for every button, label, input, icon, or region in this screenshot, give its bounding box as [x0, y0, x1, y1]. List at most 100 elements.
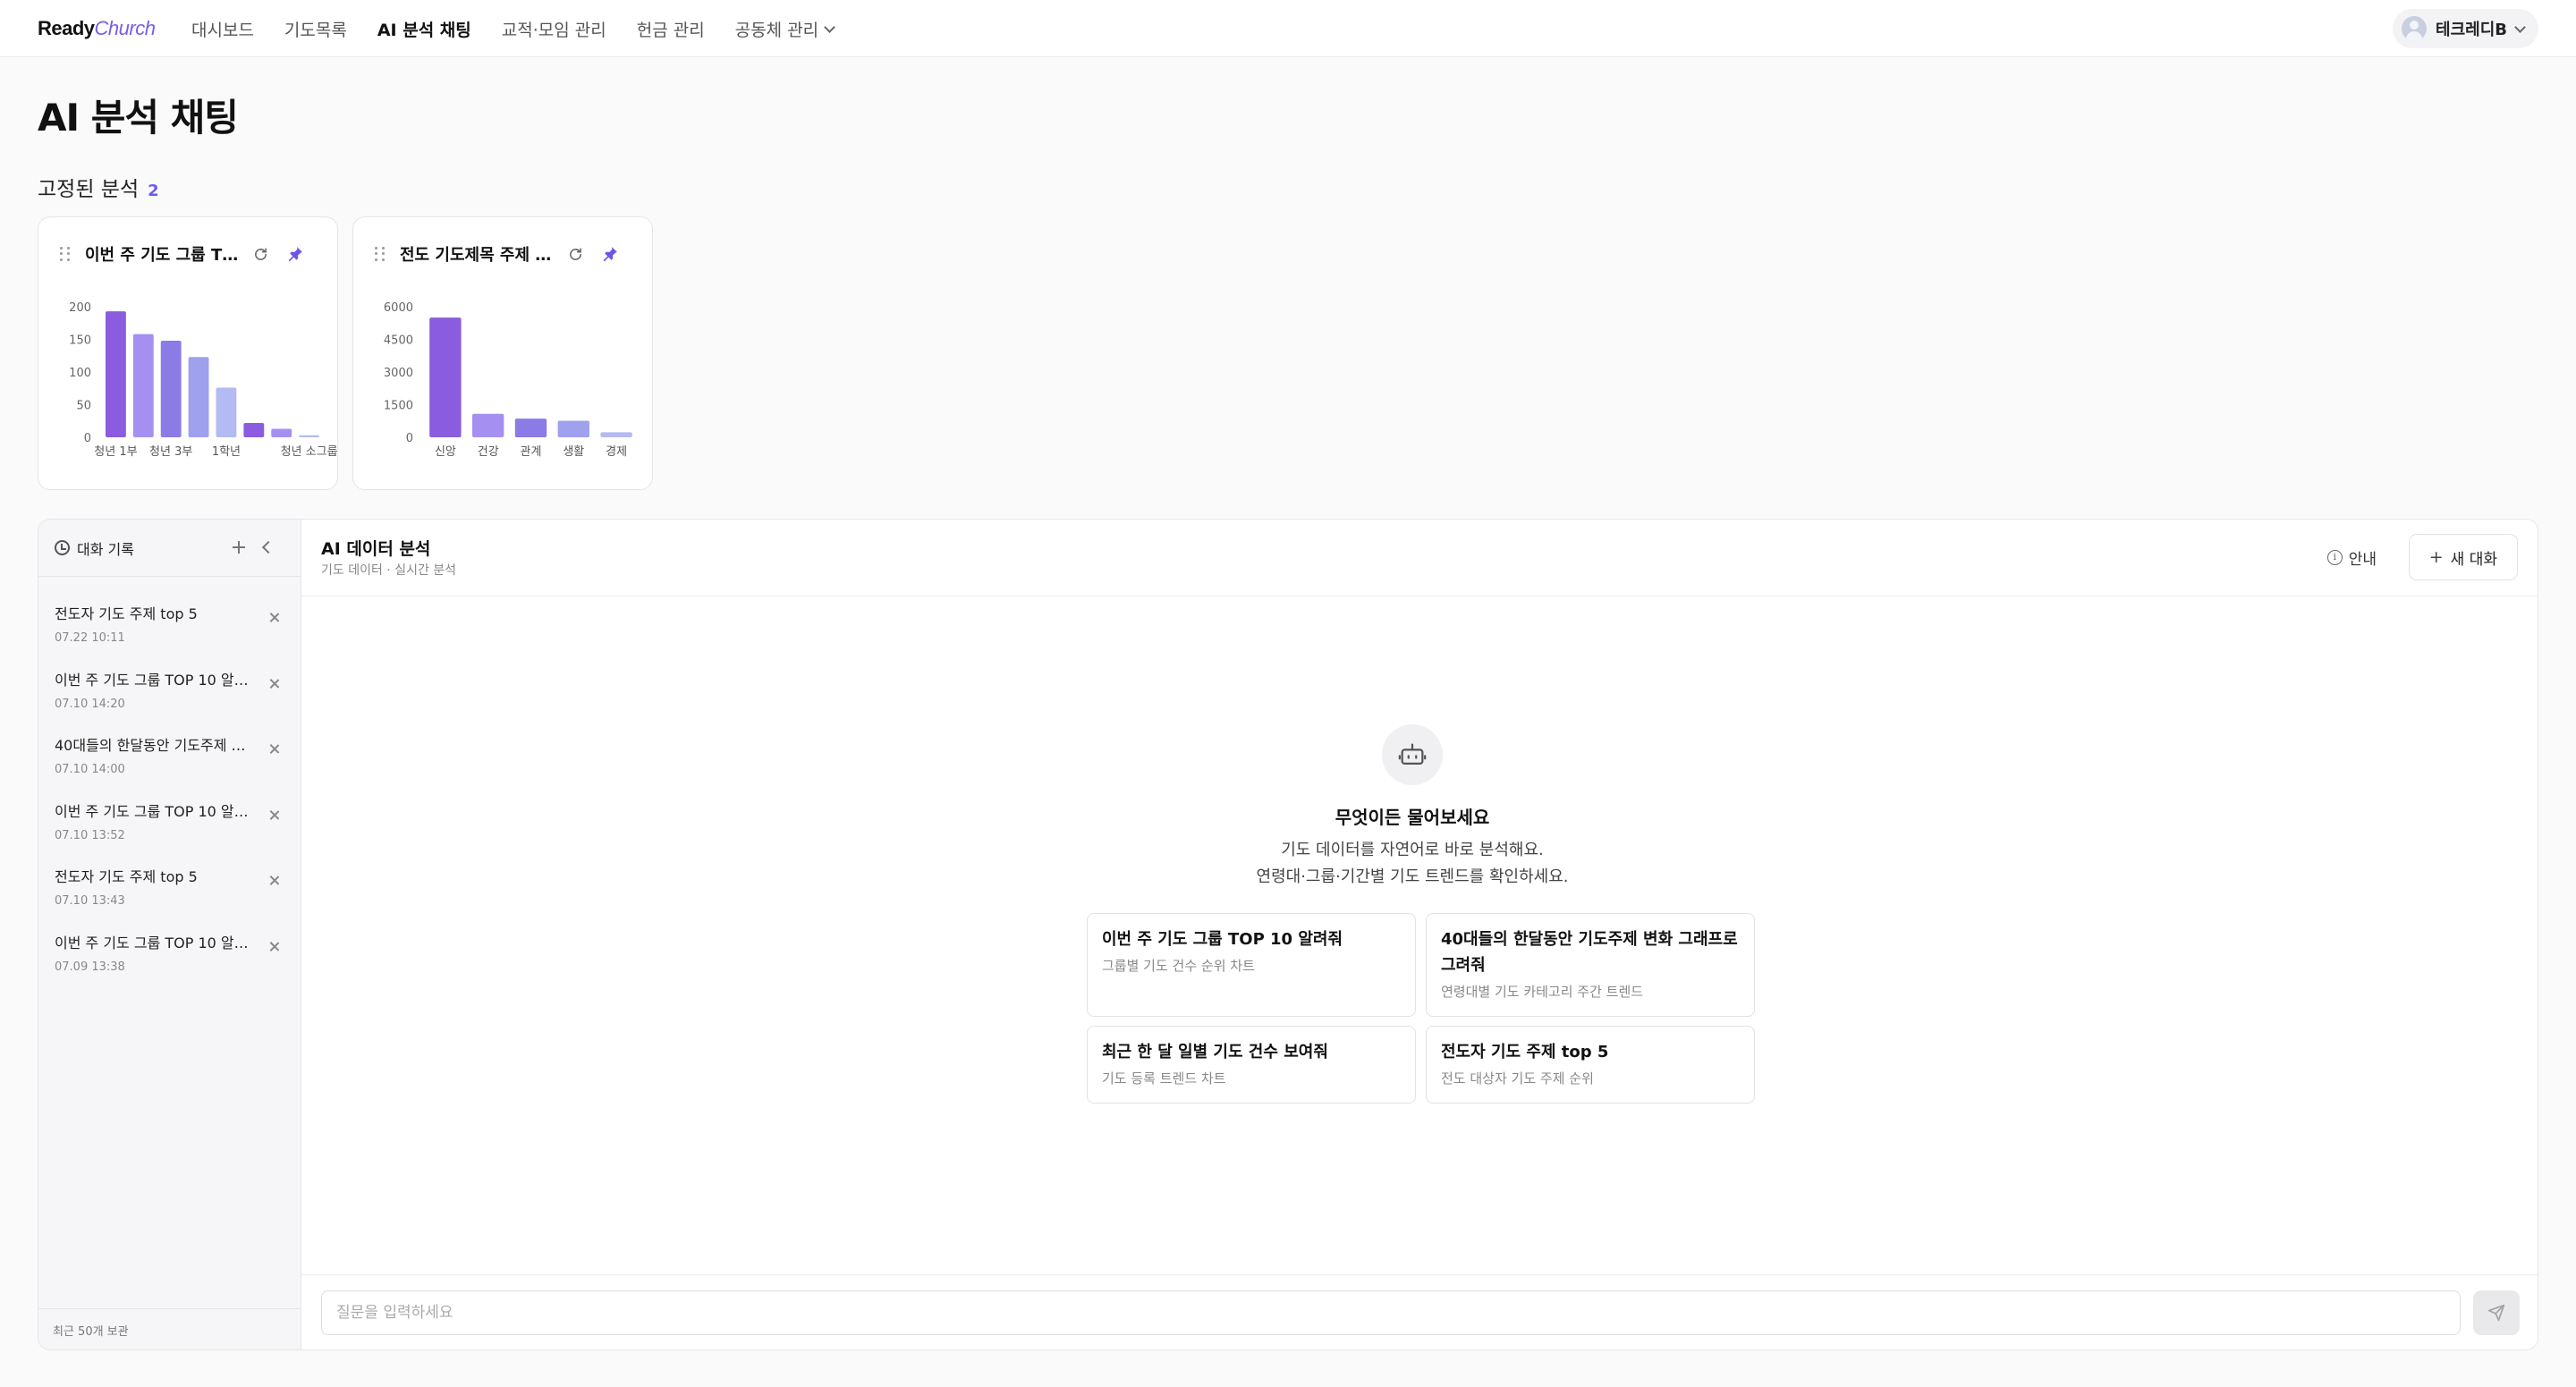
history-footer: 최근 50개 보관: [38, 1308, 301, 1349]
x-tick-label: 신앙: [435, 445, 456, 459]
chart-bar: [188, 357, 209, 437]
suggestion-card[interactable]: 이번 주 기도 그룹 TOP 10 알려줘 그룹별 기도 건수 순위 차트: [1087, 913, 1416, 1017]
pinned-card-2[interactable]: 전도 기도제목 주제 Top 5 0 1500 3000 4500 6000 신앙 건강 관계…: [352, 216, 653, 490]
y-tick-label: 100: [69, 367, 91, 380]
chart-bar: [472, 413, 504, 437]
suggestion-title: 이번 주 기도 그룹 TOP 10 알려줘: [1102, 930, 1343, 949]
main-nav: 대시보드 기도목록 AI 분석 채팅 교적·모임 관리 헌금 관리 공동체 관리: [191, 0, 836, 57]
history-item[interactable]: 전도자 기도 주제 top 5 07.10 13:43: [38, 854, 301, 920]
x-tick-label: 1학년: [212, 445, 241, 459]
pinned-label: 고정된 분석: [38, 178, 140, 201]
ready-church-logo[interactable]: Ready Church: [38, 14, 156, 43]
suggestion-subtitle: 전도 대상자 기도 주제 순위: [1441, 1070, 1594, 1087]
empty-state-desc-line-2: 연령대·그룹·기간별 기도 트렌드를 확인하세요.: [1256, 867, 1569, 886]
suggestion-title: 40대들의 한달동안 기도주제 변화 그래프로 그려줘: [1441, 930, 1738, 975]
pinned-section-title: 고정된 분석 2: [38, 172, 159, 202]
history-header: 대화 기록: [38, 520, 301, 577]
y-tick-label: 0: [406, 432, 413, 445]
add-conversation-icon[interactable]: [232, 540, 246, 554]
close-icon[interactable]: [269, 810, 279, 820]
chart-bar: [429, 317, 462, 437]
empty-state-description: 기도 데이터를 자연어로 바로 분석해요. 연령대·그룹·기간별 기도 트렌드를…: [301, 837, 2523, 891]
chart-bar: [216, 387, 237, 437]
pin-icon[interactable]: [601, 245, 619, 263]
drag-handle-icon[interactable]: [60, 247, 71, 261]
suggestion-card[interactable]: 40대들의 한달동안 기도주제 변화 그래프로 그려줘 연령대별 기도 카테고리…: [1426, 913, 1755, 1017]
nav-item-offering[interactable]: 헌금 관리: [637, 17, 705, 41]
close-icon[interactable]: [269, 942, 279, 951]
suggestion-title: 전도자 기도 주제 top 5: [1441, 1043, 1609, 1061]
logo-text-ready: Ready: [38, 17, 95, 39]
chart-bar: [557, 420, 589, 437]
pinned-card-1[interactable]: 이번 주 기도 그룹 TOP 10 알려줘 0 50 100 150 200 청년 1부 청…: [38, 216, 338, 490]
history-title: 대화 기록: [77, 540, 134, 558]
suggestion-subtitle: 그룹별 기도 건수 순위 차트: [1102, 958, 1255, 974]
close-icon[interactable]: [269, 613, 279, 622]
user-menu-button[interactable]: 테크레디B: [2393, 9, 2538, 48]
drag-handle-icon[interactable]: [375, 247, 386, 261]
suggestion-title: 최근 한 달 일별 기도 건수 보여줘: [1102, 1043, 1328, 1061]
chat-main: AI 데이터 분석 기도 데이터 · 실시간 분석 i 안내 + 새 대화 무엇…: [301, 520, 2538, 1349]
x-tick-label: 청년 소그룹: [281, 445, 338, 459]
chevron-down-icon: [2514, 21, 2526, 33]
y-tick-label: 1500: [384, 400, 413, 413]
history-item[interactable]: 이번 주 기도 그룹 TOP 10 알려줘 07.10 14:20: [38, 657, 301, 723]
x-tick-label: 관계: [521, 445, 542, 459]
y-tick-label: 200: [69, 301, 91, 315]
history-item-time: 07.22 10:11: [55, 631, 125, 645]
chart-bar: [299, 435, 319, 437]
close-icon[interactable]: [269, 679, 279, 689]
bar-chart-evangelism-topics: 0 1500 3000 4500 6000 신앙 건강 관계 생활 경제: [384, 301, 632, 459]
x-tick-label: 경제: [606, 445, 627, 459]
history-item-time: 07.10 14:20: [55, 697, 125, 711]
chevron-left-icon[interactable]: [261, 540, 275, 554]
y-tick-label: 50: [76, 400, 91, 413]
history-item-title: 전도자 기도 주제 top 5: [55, 868, 198, 885]
history-item[interactable]: 전도자 기도 주제 top 5 07.22 10:11: [38, 591, 301, 657]
history-item-title: 이번 주 기도 그룹 TOP 10 알려줘: [55, 802, 258, 820]
user-name: 테크레디B: [2436, 21, 2507, 39]
chart-bar: [160, 340, 182, 437]
y-tick-label: 6000: [384, 301, 413, 315]
nav-item-prayer-list[interactable]: 기도목록: [284, 17, 347, 41]
x-tick-label: 청년 3부: [149, 445, 192, 459]
history-item-time: 07.10 14:00: [55, 763, 125, 776]
pinned-card-title: 전도 기도제목 주제 Top 5: [400, 246, 557, 265]
nav-item-community[interactable]: 공동체 관리: [735, 17, 836, 41]
chat-input[interactable]: [321, 1290, 2461, 1335]
close-icon[interactable]: [269, 875, 279, 885]
history-item[interactable]: 40대들의 한달동안 기도주제 변화 그래프로 그려줘 07.10 14:00: [38, 723, 301, 789]
chevron-down-icon: [824, 21, 836, 33]
pinned-card-title: 이번 주 기도 그룹 TOP 10 알려줘: [85, 246, 242, 265]
history-item-title: 전도자 기도 주제 top 5: [55, 605, 198, 622]
suggestion-card[interactable]: 최근 한 달 일별 기도 건수 보여줘 기도 등록 트렌드 차트: [1087, 1026, 1416, 1104]
history-item[interactable]: 이번 주 기도 그룹 TOP 10 알려줘 07.09 13:38: [38, 920, 301, 986]
nav-item-member-group[interactable]: 교적·모임 관리: [502, 17, 606, 41]
history-item-time: 07.10 13:43: [55, 894, 125, 908]
pinned-card-header: 이번 주 기도 그룹 TOP 10 알려줘: [60, 239, 319, 269]
send-icon: [2487, 1304, 2505, 1322]
logo-text-church: Church: [94, 17, 156, 39]
close-icon[interactable]: [269, 744, 279, 754]
history-sidebar: 대화 기록 전도자 기도 주제 top 5 07.22 10:11 이번 주 기…: [38, 520, 301, 1349]
chat-panel: 대화 기록 전도자 기도 주제 top 5 07.22 10:11 이번 주 기…: [38, 519, 2538, 1350]
chart-bar: [514, 419, 547, 437]
y-tick-label: 4500: [384, 334, 413, 348]
suggestion-card[interactable]: 전도자 기도 주제 top 5 전도 대상자 기도 주제 순위: [1426, 1026, 1755, 1104]
send-button[interactable]: [2473, 1290, 2520, 1335]
refresh-icon[interactable]: [253, 247, 268, 262]
x-tick-label: 청년 1부: [94, 445, 137, 459]
refresh-icon[interactable]: [568, 247, 583, 262]
chart-bar: [271, 428, 292, 437]
robot-icon: [1398, 743, 1427, 765]
history-item-time: 07.09 13:38: [55, 960, 125, 974]
pin-icon[interactable]: [286, 245, 304, 263]
clock-icon: [55, 540, 70, 555]
x-tick-label: 건강: [478, 445, 499, 459]
history-item[interactable]: 이번 주 기도 그룹 TOP 10 알려줘 07.10 13:52: [38, 789, 301, 855]
nav-item-ai-chat[interactable]: AI 분석 채팅: [377, 17, 471, 41]
nav-item-dashboard[interactable]: 대시보드: [191, 17, 254, 41]
chat-input-bar: [301, 1274, 2538, 1349]
chart-bar: [132, 334, 154, 437]
empty-state: 무엇이든 물어보세요 기도 데이터를 자연어로 바로 분석해요. 연령대·그룹·…: [301, 520, 2538, 1349]
